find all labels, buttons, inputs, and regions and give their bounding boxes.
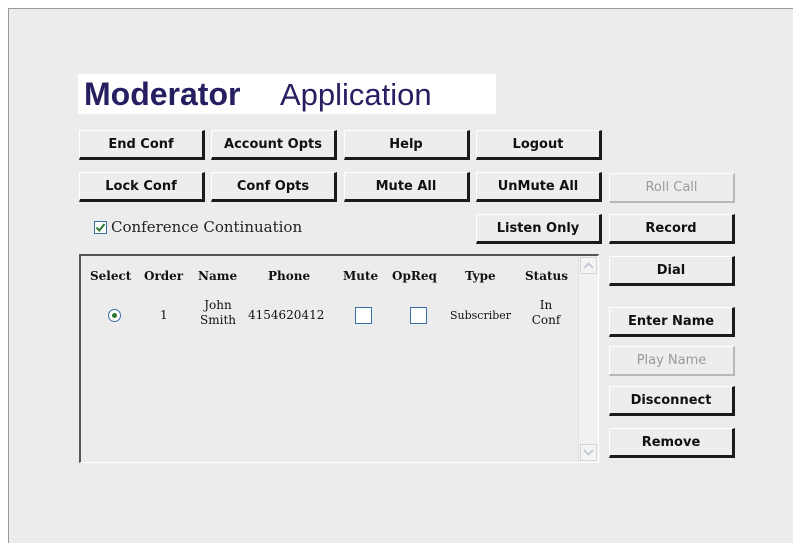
name-first: John	[204, 298, 232, 312]
enter-name-button[interactable]: Enter Name	[609, 307, 735, 337]
chevron-down-icon	[583, 449, 594, 456]
status-cell: In Conf	[527, 298, 565, 328]
scroll-down-button[interactable]	[580, 444, 597, 461]
name-cell: John Smith	[198, 298, 238, 328]
lock-conf-button[interactable]: Lock Conf	[79, 172, 205, 202]
disconnect-button[interactable]: Disconnect	[609, 386, 735, 416]
status-line2: Conf	[531, 313, 561, 327]
header-order: Order	[144, 269, 184, 283]
opreq-checkbox[interactable]	[410, 307, 427, 324]
logo-application: Application	[280, 77, 432, 112]
mute-checkbox[interactable]	[355, 307, 372, 324]
select-radio[interactable]	[108, 309, 121, 322]
conference-continuation[interactable]: Conference Continuation	[94, 218, 302, 236]
table-scrollbar[interactable]	[578, 256, 598, 462]
phone-cell: 4154620412	[248, 308, 325, 322]
header-opreq: OpReq	[392, 269, 437, 283]
header-phone: Phone	[268, 269, 311, 283]
name-last: Smith	[200, 313, 236, 327]
header-type: Type	[465, 269, 496, 283]
conf-opts-button[interactable]: Conf Opts	[211, 172, 337, 202]
header-mute: Mute	[343, 269, 379, 283]
conference-continuation-checkbox[interactable]	[94, 220, 107, 234]
header-name: Name	[198, 269, 238, 283]
scroll-up-button[interactable]	[580, 257, 597, 274]
order-cell: 1	[160, 308, 168, 322]
header-select: Select	[90, 269, 132, 283]
participants-table: Select Order Name Phone Mute OpReq Type …	[79, 254, 599, 463]
type-cell: Subscriber	[450, 309, 512, 322]
chevron-up-icon	[583, 262, 594, 269]
dial-button[interactable]: Dial	[609, 256, 735, 286]
listen-only-button[interactable]: Listen Only	[476, 214, 602, 244]
app-logo: Moderator Application	[78, 74, 496, 114]
logout-button[interactable]: Logout	[476, 130, 602, 160]
roll-call-button[interactable]: Roll Call	[609, 173, 735, 203]
conference-continuation-label: Conference Continuation	[111, 218, 303, 236]
mute-all-button[interactable]: Mute All	[344, 172, 470, 202]
logo-moderator: Moderator	[84, 76, 241, 112]
help-button[interactable]: Help	[344, 130, 470, 160]
remove-button[interactable]: Remove	[609, 428, 735, 458]
check-icon	[95, 222, 106, 232]
unmute-all-button[interactable]: UnMute All	[476, 172, 602, 202]
status-line1: In	[539, 298, 553, 312]
end-conf-button[interactable]: End Conf	[79, 130, 205, 160]
record-button[interactable]: Record	[609, 214, 735, 244]
header-status: Status	[525, 269, 569, 283]
play-name-button[interactable]: Play Name	[609, 346, 735, 376]
account-opts-button[interactable]: Account Opts	[211, 130, 337, 160]
